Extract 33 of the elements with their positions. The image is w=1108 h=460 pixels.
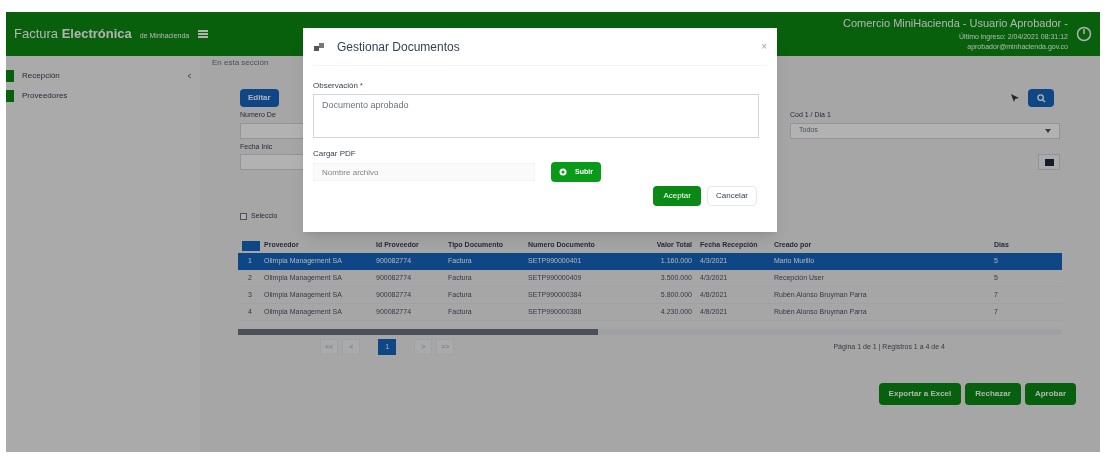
checkbox[interactable] bbox=[240, 212, 247, 220]
search-icon bbox=[1036, 93, 1046, 103]
eye-icon bbox=[559, 168, 567, 176]
chevron-icon bbox=[187, 73, 192, 79]
breadcrumb: En esta sección bbox=[212, 57, 269, 69]
calendar-button[interactable] bbox=[1038, 154, 1060, 170]
edit-button[interactable]: Editar bbox=[240, 89, 279, 107]
menu-icon[interactable] bbox=[198, 30, 208, 38]
logout-icon[interactable] bbox=[1076, 26, 1092, 42]
sidebar-item[interactable]: Proveedores bbox=[6, 88, 200, 104]
documents-icon bbox=[313, 41, 325, 52]
caret-icon bbox=[1045, 128, 1051, 133]
menu-item-icon bbox=[6, 70, 14, 82]
observation-field[interactable]: Documento aprobado bbox=[313, 94, 759, 138]
horizontal-scrollbar[interactable] bbox=[238, 329, 1062, 335]
search-button[interactable] bbox=[1028, 89, 1054, 107]
file-name-field[interactable]: Nombre archivo bbox=[313, 163, 535, 181]
accept-button[interactable]: Aceptar bbox=[653, 186, 701, 206]
cancel-button[interactable]: Cancelar bbox=[707, 186, 757, 206]
field-label: Observación bbox=[313, 80, 358, 92]
action-button[interactable]: Exportar a Excel bbox=[878, 383, 962, 405]
menu-item-icon bbox=[6, 90, 14, 102]
cursor-icon[interactable] bbox=[1010, 93, 1020, 103]
user-title: Comercio MiniHacienda - Usuario Aprobador - bbox=[843, 16, 1068, 32]
close-button[interactable]: × bbox=[761, 39, 767, 54]
calendar-icon bbox=[1044, 158, 1054, 166]
action-button[interactable]: Aprobar bbox=[1024, 383, 1076, 405]
sidebar-item[interactable]: Recepción bbox=[6, 68, 200, 84]
field-label: Cargar PDF bbox=[313, 148, 357, 160]
column-toggle-icon[interactable] bbox=[242, 240, 260, 251]
modal-title: Gestionar Documentos bbox=[337, 38, 460, 56]
brand-title: Factura Electrónica bbox=[14, 25, 132, 44]
action-button[interactable]: Rechazar bbox=[965, 383, 1021, 405]
